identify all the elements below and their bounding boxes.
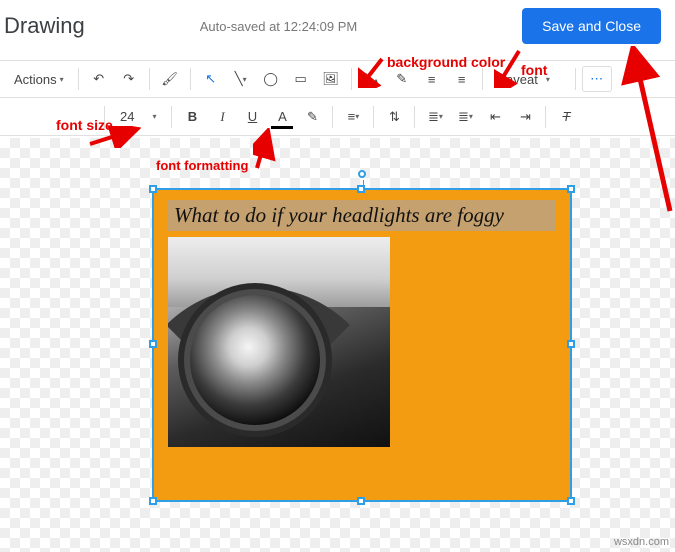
separator: [575, 68, 576, 90]
border-dash-button[interactable]: ≡: [448, 65, 476, 93]
more-options-button[interactable]: ⋯: [582, 66, 612, 92]
fill-color-button[interactable]: [358, 65, 386, 93]
separator: [482, 68, 483, 90]
textbox-tool[interactable]: ▭: [287, 65, 315, 93]
text-color-button[interactable]: A: [268, 103, 296, 131]
bulleted-list-button[interactable]: ≣▾: [451, 103, 479, 131]
shape-icon: ◯: [263, 71, 278, 87]
separator: [149, 68, 150, 90]
clear-format-icon: T: [563, 109, 571, 124]
chevron-down-icon: ▾: [152, 112, 156, 121]
highlight-icon: ✎: [307, 109, 318, 125]
cursor-icon: ↖: [205, 71, 216, 87]
rotation-handle[interactable]: [358, 170, 366, 178]
watermark: wsxdn.com: [614, 536, 669, 548]
shape-tool[interactable]: ◯: [257, 65, 285, 93]
separator: [351, 68, 352, 90]
paint-icon: 🖌: [161, 71, 178, 87]
separator: [190, 68, 191, 90]
indent-left-icon: ⇤: [490, 109, 501, 125]
actions-menu[interactable]: Actions ▾: [6, 68, 72, 91]
paint-format-button[interactable]: 🖌: [156, 65, 184, 93]
resize-handle-s[interactable]: [357, 497, 365, 505]
weight-icon: ≡: [428, 72, 436, 87]
font-family-select[interactable]: Caveat ▾: [489, 72, 569, 87]
resize-handle-n[interactable]: [357, 185, 365, 193]
separator: [171, 106, 172, 128]
italic-button[interactable]: I: [208, 103, 236, 131]
resize-handle-w[interactable]: [149, 340, 157, 348]
resize-handle-sw[interactable]: [149, 497, 157, 505]
decrease-indent-button[interactable]: ⇤: [481, 103, 509, 131]
text-color-icon: A: [278, 109, 287, 124]
highlight-color-button[interactable]: ✎: [298, 103, 326, 131]
resize-handle-se[interactable]: [567, 497, 575, 505]
border-color-button[interactable]: ✎: [388, 65, 416, 93]
chevron-down-icon: ▾: [546, 75, 550, 84]
separator: [332, 106, 333, 128]
border-weight-button[interactable]: ≡: [418, 65, 446, 93]
textbox-content[interactable]: What to do if your headlights are foggy: [168, 200, 556, 231]
toolbar-primary: Actions ▾ ↶ ↷ 🖌 ↖ ╲▾ ◯ ▭ 🖼 ✎ ≡ ≡ Caveat …: [0, 60, 675, 98]
line-icon: ╲: [235, 71, 243, 87]
bulleted-list-icon: ≣: [458, 109, 469, 125]
align-icon: ≡: [348, 109, 356, 124]
selected-shape[interactable]: What to do if your headlights are foggy: [154, 190, 570, 500]
select-tool[interactable]: ↖: [197, 65, 225, 93]
dash-icon: ≡: [458, 72, 466, 87]
save-and-close-button[interactable]: Save and Close: [522, 8, 661, 44]
bold-icon: B: [188, 109, 197, 124]
numbered-list-icon: ≣: [428, 109, 439, 125]
bold-button[interactable]: B: [178, 103, 206, 131]
resize-handle-nw[interactable]: [149, 185, 157, 193]
undo-button[interactable]: ↶: [85, 65, 113, 93]
dialog-header: Drawing Auto-saved at 12:24:09 PM Save a…: [0, 0, 675, 60]
line-spacing-icon: ⇅: [389, 109, 400, 125]
underline-button[interactable]: U: [238, 103, 266, 131]
image-tool[interactable]: 🖼: [317, 65, 345, 93]
clear-formatting-button[interactable]: T: [552, 103, 580, 131]
separator: [414, 106, 415, 128]
dialog-title: Drawing: [4, 13, 85, 39]
paint-bucket-icon: [363, 70, 381, 88]
separator: [104, 106, 105, 128]
undo-icon: ↶: [93, 71, 104, 87]
line-tool[interactable]: ╲▾: [227, 65, 255, 93]
toolbar-secondary: 24 ▾ B I U A ✎ ≡▾ ⇅ ≣▾ ≣▾ ⇤ ⇥ T: [0, 98, 675, 136]
autosave-status: Auto-saved at 12:24:09 PM: [85, 19, 522, 34]
separator: [545, 106, 546, 128]
resize-handle-e[interactable]: [567, 340, 575, 348]
line-spacing-button[interactable]: ⇅: [380, 103, 408, 131]
more-icon: ⋯: [590, 71, 603, 87]
numbered-list-button[interactable]: ≣▾: [421, 103, 449, 131]
separator: [78, 68, 79, 90]
pencil-icon: ✎: [396, 71, 407, 87]
indent-right-icon: ⇥: [520, 109, 531, 125]
separator: [373, 106, 374, 128]
inserted-image[interactable]: [168, 237, 390, 447]
font-size-select[interactable]: 24 ▾: [111, 108, 165, 125]
increase-indent-button[interactable]: ⇥: [511, 103, 539, 131]
redo-button[interactable]: ↷: [115, 65, 143, 93]
resize-handle-ne[interactable]: [567, 185, 575, 193]
chevron-down-icon: ▾: [60, 75, 64, 84]
align-button[interactable]: ≡▾: [339, 103, 367, 131]
redo-icon: ↷: [123, 71, 134, 87]
image-icon: 🖼: [322, 71, 339, 87]
textbox-icon: ▭: [295, 71, 307, 87]
italic-icon: I: [220, 109, 224, 125]
underline-icon: U: [248, 109, 257, 124]
